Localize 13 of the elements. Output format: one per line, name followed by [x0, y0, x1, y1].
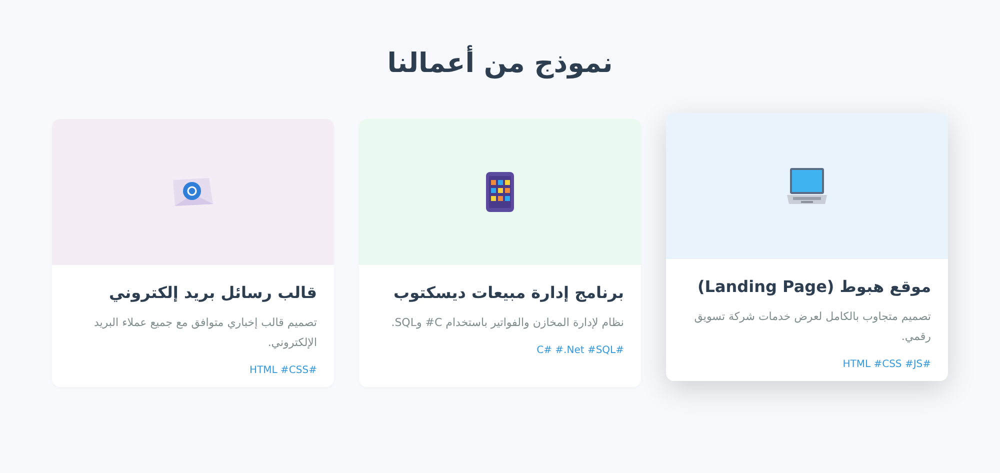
- envelope-icon: [171, 176, 215, 208]
- card-tags: C# #.Net #SQL#: [376, 342, 624, 358]
- section-title: نموذج من أعمالنا: [387, 44, 613, 84]
- card-title: برنامج إدارة مبيعات ديسكتوب: [392, 282, 624, 304]
- card-description: تصميم متجاوب بالكامل لعرض خدمات شركة تسويق رقمي.: [693, 308, 931, 345]
- card-title: موقع هبوط (Landing Page): [696, 276, 931, 298]
- laptop-icon: [785, 166, 829, 206]
- card-description: تصميم قالب إخباري متوافق مع جميع عملاء البريد الإلكتروني.: [92, 314, 317, 351]
- card-tags: HTML #CSS #JS#: [683, 356, 931, 372]
- card-title: قالب رسائل بريد إلكتروني: [108, 282, 317, 304]
- card-tags: HTML #CSS#: [69, 362, 317, 378]
- card-description: نظام لإدارة المخازن والفواتير باستخدام C# وSQL.: [390, 314, 624, 331]
- tablet-icon: [485, 170, 515, 212]
